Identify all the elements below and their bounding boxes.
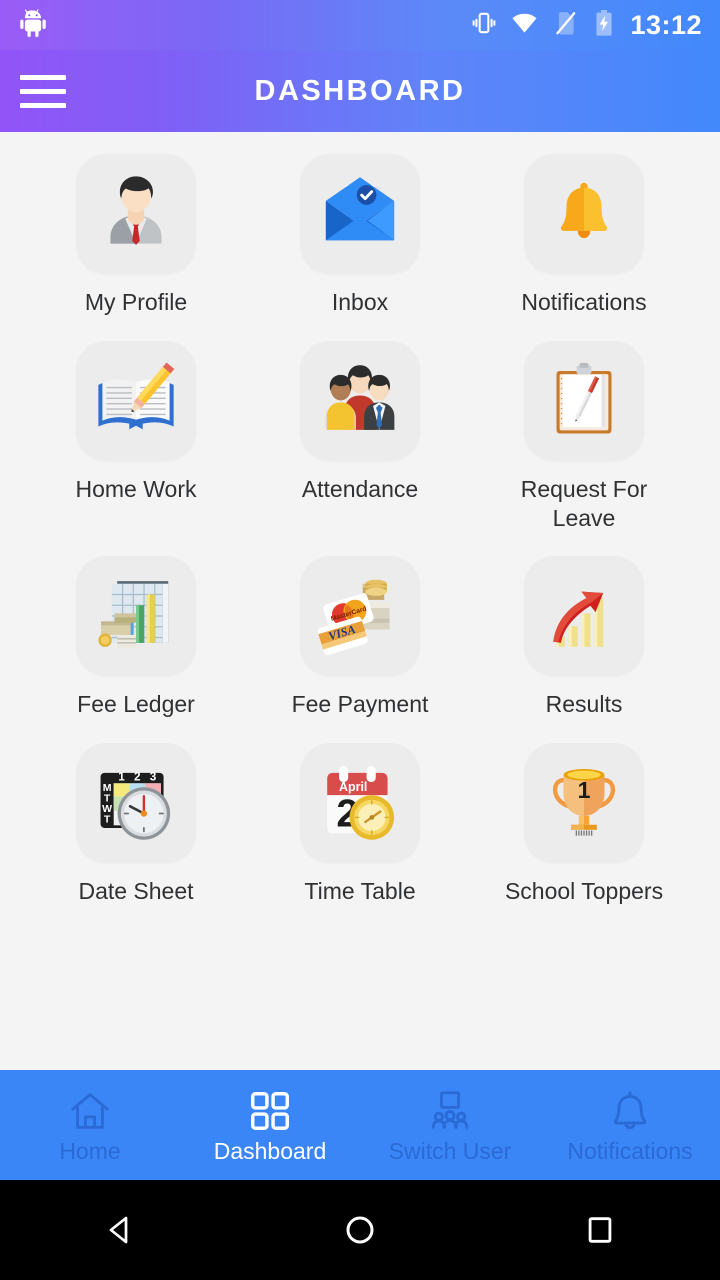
hamburger-bar: [20, 102, 66, 108]
switch-user-icon: [427, 1088, 473, 1134]
grid-item-label: Home Work: [75, 475, 197, 502]
svg-text:1: 1: [118, 770, 125, 784]
grid-item-label: Date Sheet: [78, 878, 194, 904]
credit-cards-cash-icon: MasterCard VISA: [300, 556, 420, 677]
grid-item-label: Time Table: [304, 878, 416, 904]
svg-text:3: 3: [150, 770, 157, 784]
vibrate-icon: [471, 10, 497, 41]
grid-item-attendance[interactable]: Attendance: [248, 340, 472, 533]
trophy-icon: 1: [524, 743, 644, 863]
hamburger-menu-icon[interactable]: [0, 74, 86, 108]
grid-item-results[interactable]: Results: [472, 556, 696, 719]
people-group-icon: [300, 340, 420, 461]
android-navigation-bar: [0, 1180, 720, 1280]
wifi-icon: [511, 9, 538, 41]
hamburger-bar: [20, 74, 66, 80]
grid-item-fee-payment[interactable]: MasterCard VISA Fee Payment: [248, 556, 472, 719]
grid-item-label: Attendance: [301, 475, 419, 502]
grid-item-time-table[interactable]: April 2 Time Table: [248, 743, 472, 906]
battery-charging-icon: [592, 9, 616, 41]
grid-item-label: Request For Leave: [520, 475, 648, 531]
grid-item-date-sheet[interactable]: 123 MTWT Date Sheet: [24, 743, 248, 906]
grid-item-label: Inbox: [331, 289, 389, 315]
nav-item-label: Switch User: [388, 1137, 512, 1164]
status-bar: 13:12: [0, 0, 720, 50]
status-bar-left: [18, 8, 471, 43]
grid-item-school-toppers[interactable]: 1 School Toppers: [472, 743, 696, 906]
clipboard-pen-icon: [524, 340, 644, 461]
no-sim-icon: [552, 10, 578, 41]
grid-squares-icon: [247, 1088, 293, 1134]
grid-item-home-work[interactable]: Home Work: [24, 340, 248, 533]
nav-item-label: Dashboard: [213, 1137, 327, 1164]
page-title: DASHBOARD: [254, 74, 466, 107]
bell-icon: [524, 154, 644, 274]
back-triangle-icon[interactable]: [0, 1212, 240, 1248]
calendar-clock-icon: 123 MTWT: [76, 743, 196, 863]
grid-item-inbox[interactable]: Inbox: [248, 154, 472, 317]
grid-item-request-for-leave[interactable]: Request For Leave: [472, 340, 696, 533]
bell-outline-icon: [607, 1088, 653, 1134]
dashboard-grid-container: My Profile Inbox Notifications Home Work…: [0, 132, 720, 1070]
nav-item-home[interactable]: Home: [0, 1088, 180, 1163]
calendar-april-clock-icon: April 2: [300, 743, 420, 863]
grid-item-label: Notifications: [521, 289, 647, 315]
svg-text:T: T: [104, 814, 111, 826]
android-head-icon: [18, 8, 48, 43]
nav-item-dashboard[interactable]: Dashboard: [180, 1088, 360, 1163]
grid-item-label: My Profile: [84, 289, 188, 315]
grid-item-fee-ledger[interactable]: Fee Ledger: [24, 556, 248, 719]
dashboard-grid: My Profile Inbox Notifications Home Work…: [0, 132, 720, 906]
grid-item-label: School Toppers: [504, 878, 664, 904]
home-circle-icon[interactable]: [240, 1212, 480, 1248]
recents-square-icon[interactable]: [480, 1213, 720, 1247]
svg-text:2: 2: [134, 770, 141, 784]
nav-item-label: Home: [59, 1137, 121, 1164]
status-bar-clock: 13:12: [630, 9, 702, 40]
hamburger-bar: [20, 88, 66, 94]
grid-item-label: Fee Ledger: [77, 691, 195, 718]
grid-item-label: Results: [545, 691, 623, 718]
bar-chart-money-icon: [76, 556, 196, 677]
app-bar: DASHBOARD: [0, 50, 720, 132]
grid-item-label: Fee Payment: [291, 691, 429, 718]
user-profile-icon: [76, 154, 196, 274]
open-book-pencil-icon: [76, 340, 196, 461]
nav-item-switch-user[interactable]: Switch User: [360, 1088, 540, 1163]
bottom-navigation-bar: Home Dashboard Switch User Notifications: [0, 1070, 720, 1180]
nav-item-label: Notifications: [567, 1137, 693, 1164]
home-icon: [67, 1088, 113, 1134]
grid-item-notifications[interactable]: Notifications: [472, 154, 696, 317]
nav-item-notifications[interactable]: Notifications: [540, 1088, 720, 1163]
envelope-check-icon: [300, 154, 420, 274]
grid-item-my-profile[interactable]: My Profile: [24, 154, 248, 317]
growth-arrow-chart-icon: [524, 556, 644, 677]
status-bar-right: 13:12: [471, 9, 702, 41]
svg-text:1: 1: [578, 777, 591, 803]
